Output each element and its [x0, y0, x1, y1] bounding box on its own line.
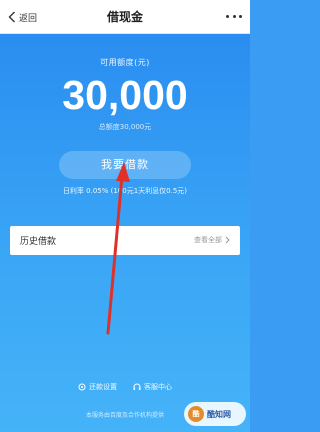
total-credit-text: 总额度30,000元 [98, 123, 152, 131]
history-loans-row[interactable]: 历史借款 查看全部 [10, 226, 240, 255]
available-credit-label: 可用额度(元) [100, 58, 150, 67]
site-watermark: 酷 酷知网 [184, 402, 246, 426]
chevron-right-icon [225, 236, 230, 244]
available-credit-amount: 30,000 [62, 72, 188, 118]
view-all-label: 查看全部 [194, 236, 222, 244]
repay-settings-label: 还款设置 [89, 383, 117, 391]
repay-settings-link[interactable]: 还款设置 [78, 382, 117, 392]
interest-rate-text: 日利率 0.05% (100元1天利息仅0.5元) [62, 187, 188, 195]
page-title: 借现金 [106, 10, 143, 24]
view-all-link[interactable]: 查看全部 [194, 235, 230, 245]
customer-service-label: 客服中心 [144, 383, 172, 391]
headset-icon [133, 383, 141, 390]
borrow-button[interactable]: 我要借款 [59, 151, 191, 179]
footer-links: 还款设置 客服中心 [0, 382, 250, 392]
watermark-logo: 酷 [188, 406, 204, 422]
history-loans-title: 历史借款 [20, 237, 57, 247]
customer-service-link[interactable]: 客服中心 [133, 382, 172, 392]
gear-icon [78, 383, 86, 391]
watermark-text: 酷知网 [207, 409, 231, 419]
nav-bar: 返回 借现金 [0, 0, 250, 34]
more-menu-icon[interactable] [226, 9, 242, 23]
